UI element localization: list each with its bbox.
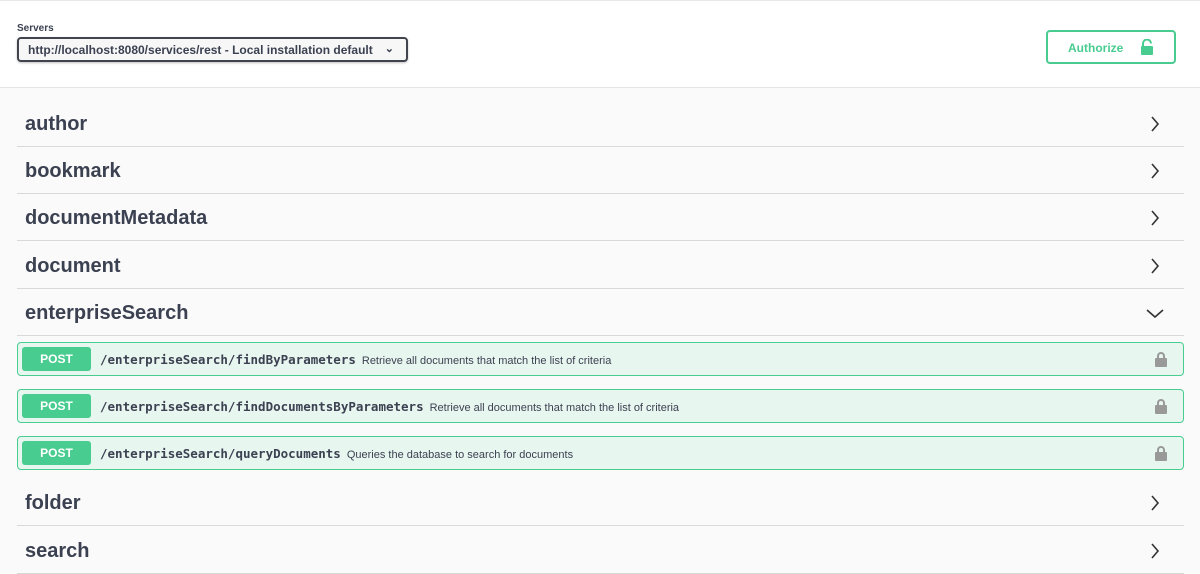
operation-summary: Queries the database to search for docum… (346, 449, 574, 461)
servers-label: Servers (17, 23, 54, 34)
operation-path: /enterpriseSearch/findByParameters (100, 352, 356, 367)
tag-name: documentMetadata (25, 207, 208, 229)
tag-name: enterpriseSearch (25, 302, 189, 324)
chevron-right-icon (1151, 210, 1160, 226)
tag-search[interactable]: search (17, 527, 1184, 574)
tag-name: author (25, 113, 88, 135)
lock-icon[interactable] (1155, 445, 1167, 461)
chevron-right-icon (1151, 163, 1160, 179)
method-badge: POST (22, 347, 91, 371)
tag-name: search (25, 540, 90, 562)
tag-name: folder (25, 492, 81, 514)
chevron-right-icon (1151, 258, 1160, 274)
chevron-right-icon (1151, 543, 1160, 559)
lock-icon[interactable] (1155, 351, 1167, 367)
servers-select[interactable]: http://localhost:8080/services/rest - Lo… (17, 37, 408, 62)
tag-name: document (25, 255, 121, 277)
chevron-down-icon: ⌄ (384, 43, 394, 55)
tag-documentMetadata[interactable]: documentMetadata (17, 194, 1184, 241)
authorize-label: Authorize (1068, 41, 1124, 55)
scheme-container: Servers http://localhost:8080/services/r… (0, 3, 1200, 88)
operation-queryDocuments[interactable]: POST/enterpriseSearch/queryDocuments Quer… (17, 436, 1184, 470)
authorize-button[interactable]: Authorize (1046, 30, 1176, 64)
chevron-right-icon (1151, 116, 1160, 132)
chevron-down-icon (1146, 309, 1164, 319)
chevron-right-icon (1151, 495, 1160, 511)
tag-enterpriseSearch[interactable]: enterpriseSearch (17, 289, 1184, 336)
tag-author[interactable]: author (17, 100, 1184, 147)
tag-document[interactable]: document (17, 242, 1184, 289)
operation-path: /enterpriseSearch/queryDocuments (100, 446, 341, 461)
operation-summary: Retrieve all documents that match the li… (429, 402, 680, 414)
operation-findDocumentsByParameters[interactable]: POST/enterpriseSearch/findDocumentsByPar… (17, 389, 1184, 423)
operation-findByParameters[interactable]: POST/enterpriseSearch/findByParameters Re… (17, 342, 1184, 376)
tag-folder[interactable]: folder (17, 479, 1184, 526)
unlocked-icon (1141, 39, 1153, 55)
operation-path: /enterpriseSearch/findDocumentsByParamet… (100, 399, 424, 414)
servers-selected-value: http://localhost:8080/services/rest - Lo… (28, 43, 373, 57)
tag-name: bookmark (25, 160, 121, 182)
method-badge: POST (22, 441, 91, 465)
operation-summary: Retrieve all documents that match the li… (361, 355, 612, 367)
method-badge: POST (22, 394, 91, 418)
tag-bookmark[interactable]: bookmark (17, 147, 1184, 194)
lock-icon[interactable] (1155, 398, 1167, 414)
